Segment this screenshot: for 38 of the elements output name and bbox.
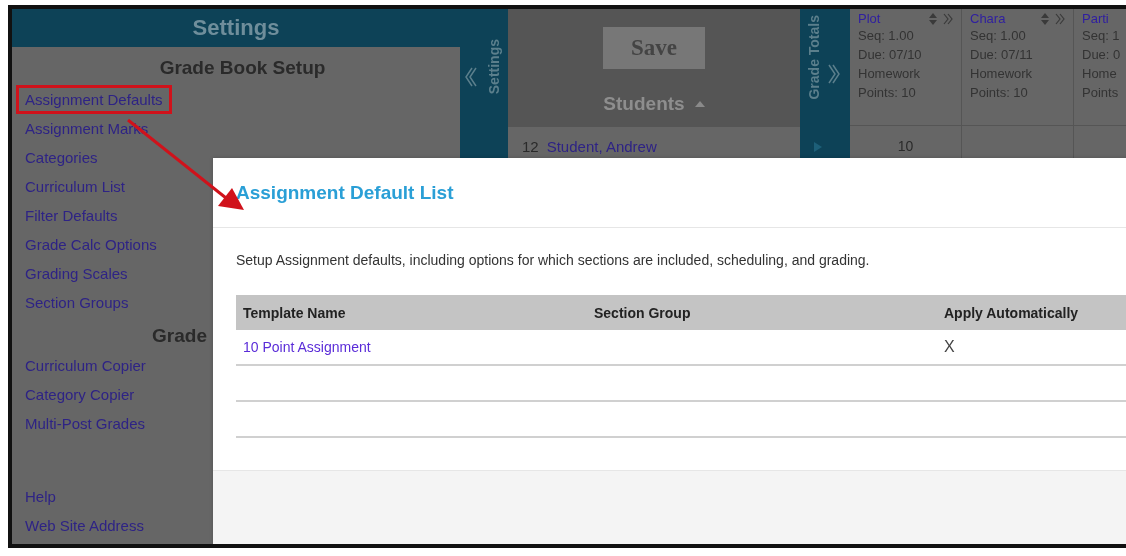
- column-heading[interactable]: Students: [603, 93, 685, 115]
- template-link[interactable]: 10 Point Assignment: [243, 339, 371, 355]
- sidebar-link[interactable]: Web Site Address: [25, 511, 144, 540]
- sidebar-link[interactable]: Assignment Defaults: [16, 85, 172, 114]
- row-number: 12: [522, 138, 539, 155]
- column-header: Section Group: [593, 304, 692, 321]
- sort-icon: [929, 12, 937, 25]
- column-header: Apply Automatically: [943, 304, 1080, 321]
- sidebar-link[interactable]: Grade Calc Options: [25, 230, 157, 259]
- tab-label: Grade Totals: [806, 15, 822, 100]
- sidebar-link[interactable]: Help: [25, 482, 56, 511]
- sort-icon: [694, 101, 705, 107]
- sidebar-link[interactable]: Curriculum Copier: [25, 351, 146, 380]
- sidebar-link[interactable]: Grading Scales: [25, 259, 128, 288]
- section-heading: Grade: [152, 324, 207, 348]
- sidebar-link[interactable]: Category Copier: [25, 380, 135, 409]
- student-link[interactable]: Student, Andrew: [546, 138, 657, 155]
- sidebar-title: Settings: [12, 9, 460, 47]
- assignment-link[interactable]: Parti: [1082, 11, 1126, 26]
- sidebar-link[interactable]: Multi-Post Grades: [25, 409, 146, 438]
- assignment-link[interactable]: Chara: [970, 11, 1035, 26]
- tab-label: Settings: [486, 39, 502, 95]
- score-value: 10: [897, 138, 914, 154]
- collapse-icon: [463, 66, 477, 88]
- assignment-link[interactable]: Plot: [858, 11, 923, 26]
- play-icon: [814, 142, 822, 152]
- column-header: Template Name: [242, 304, 347, 321]
- table-cell: X: [944, 338, 955, 355]
- expand-icon: [943, 12, 953, 25]
- sidebar-link[interactable]: Filter Defaults: [25, 201, 118, 230]
- sidebar-link[interactable]: Categories: [25, 143, 98, 172]
- expand-icon: [1055, 12, 1065, 25]
- expand-icon: [828, 63, 842, 85]
- sidebar-link[interactable]: Curriculum List: [25, 172, 126, 201]
- sidebar-link[interactable]: Section Groups: [25, 288, 129, 317]
- section-heading: Grade Book Setup: [158, 56, 327, 80]
- dialog-description: Setup Assignment defaults, including options for which sections are included, scheduling, and grading.: [235, 251, 871, 270]
- sort-icon: [1041, 12, 1049, 25]
